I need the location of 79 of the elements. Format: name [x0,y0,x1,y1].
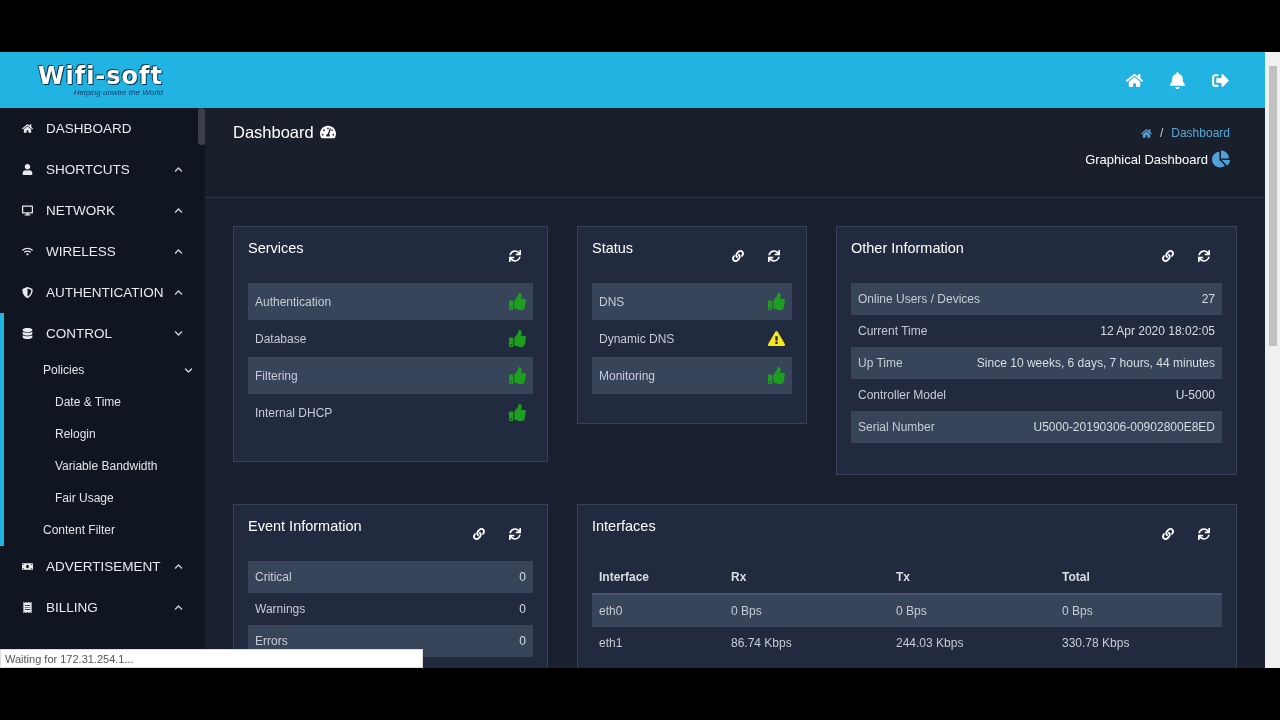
row-label: Warnings [255,602,306,616]
logo-tagline: Helping unwire the World [73,87,163,97]
shield-icon [22,287,33,298]
row-value: 12 Apr 2020 18:02:05 [1100,324,1215,338]
row-label: Monitoring [599,368,656,383]
table-cell: eth0 [592,595,724,627]
card-title: Event Information [248,518,363,534]
card-title: Other Information [851,240,965,256]
receipt-icon [22,602,33,613]
row-value: 0 [519,570,526,584]
sidebar-scrollbar[interactable] [198,108,205,145]
sidebar-item[interactable]: AUTHENTICATION [0,272,198,313]
table-cell: 0 Bps [1055,595,1222,627]
browser-status: Waiting for 172.31.254.1... [0,649,423,668]
row-label: Internal DHCP [255,405,333,420]
card-title: Interfaces [592,518,657,534]
row-value: U5000-20190306-00902800E8ED [1033,420,1215,434]
home-icon[interactable] [1140,127,1152,139]
sidebar-item[interactable]: ADVERTISEMENT [0,546,198,587]
pie-chart-icon [1212,150,1230,168]
row-label: Current Time [858,324,928,338]
row-label: DNS [599,294,625,309]
row-value: 0 [519,634,526,648]
row-label: Up Time [858,356,903,370]
sidebar-subitem[interactable]: Fair Usage [4,482,198,514]
sidebar-item[interactable]: CONTROL [4,313,198,354]
refresh-icon[interactable] [509,528,521,540]
sidebar-subitem[interactable]: Policies [4,354,198,386]
logo: Wifi-soft [38,63,163,88]
table-cell-text: 86.74 Kbps [730,635,793,652]
row-label: Errors [255,634,288,648]
refresh-icon[interactable] [1198,528,1210,540]
row-label: Critical [255,570,292,584]
row-value: Since 10 weeks, 6 days, 7 hours, 44 minutes [976,356,1215,370]
sidebar-item[interactable]: SHORTCUTS [0,149,198,190]
row-label: Controller Model [858,388,947,402]
row-value: 27 [1201,292,1215,306]
wifi-icon [22,246,33,257]
row-value: U-5000 [1175,388,1215,402]
refresh-icon[interactable] [509,250,521,262]
row-label: Database [255,331,307,346]
sidebar-item[interactable]: NETWORK [0,190,198,231]
link-icon[interactable] [732,250,744,262]
link-icon[interactable] [473,528,485,540]
link-icon[interactable] [1162,528,1174,540]
sidebar-item[interactable]: DASHBOARD [0,108,198,149]
scrollbar[interactable] [1265,52,1280,668]
breadcrumb-separator: / [1159,126,1164,140]
row-label: Serial Number [858,420,935,434]
table-cell: 0 Bps [889,595,1055,627]
sidebar-item[interactable]: BILLING [0,587,198,628]
sidebar-item[interactable]: WIRELESS [0,231,198,272]
monitor-icon [22,205,33,216]
database-icon [22,328,33,339]
user-icon [22,164,33,175]
link-icon[interactable] [1162,250,1174,262]
money-icon [22,561,33,572]
sidebar-subitem[interactable]: Variable Bandwidth [4,450,198,482]
row-label: Online Users / Devices [858,292,981,306]
table-cell-text: 330.78 Kbps [1061,635,1131,652]
table-cell: 0 Bps [724,595,889,627]
table-cell-text: 244.03 Kbps [895,635,965,652]
breadcrumb-link[interactable]: Dashboard [1171,126,1230,140]
refresh-icon[interactable] [1198,250,1210,262]
row-label: Dynamic DNS [599,331,675,346]
card-title: Status [592,240,635,256]
row-label: Filtering [255,368,298,383]
refresh-icon[interactable] [768,250,780,262]
sidebar-subitem[interactable]: Date & Time [4,386,198,418]
graphical-dashboard-link[interactable]: Graphical Dashboard [1085,150,1230,168]
page-title: Dashboard [233,122,314,142]
card-title: Services [248,240,305,256]
table-cell-text: eth1 [598,635,624,652]
home-icon [22,123,33,134]
row-label: Authentication [255,294,332,309]
sidebar-subitem[interactable]: Content Filter [4,514,198,546]
row-value: 0 [519,602,526,616]
sidebar-subitem[interactable]: Relogin [4,418,198,450]
gauge-icon [319,124,336,140]
